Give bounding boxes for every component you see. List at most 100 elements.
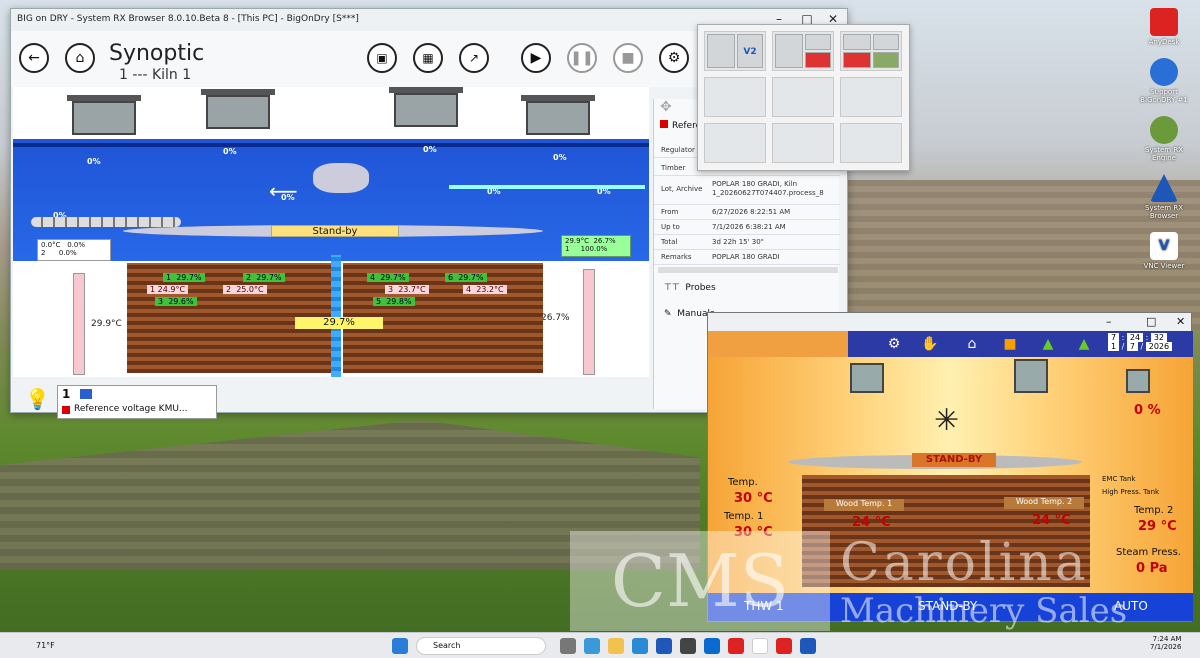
stop-button[interactable]: ■ — [613, 43, 643, 73]
layout-option[interactable] — [704, 77, 766, 117]
second-toolbar: ⚙ ✋ ⌂ ■ ▲ ▲ 7 : 24 : 32 1 / 7 / 2026 — [848, 331, 1193, 357]
desktop-icon-rx-browser[interactable]: System RX Browser — [1134, 174, 1194, 220]
row-lot-archive: Lot, Archive POPLAR 180 GRADI, Kiln 1_202… — [654, 179, 840, 205]
back-button[interactable]: ← — [19, 43, 49, 73]
reference-voltage-panel: 1 Reference voltage KMU... — [57, 385, 217, 419]
temp-label: Temp. — [728, 477, 758, 488]
sw-maximize-button[interactable]: □ — [1146, 315, 1156, 328]
gear-icon[interactable]: ⚙ — [884, 335, 904, 353]
anydesk-taskbar-icon[interactable] — [728, 638, 744, 654]
app-icon[interactable] — [680, 638, 696, 654]
layout-option[interactable]: V2 — [704, 31, 766, 71]
probes-menu-item[interactable]: ⊤⊤ Probes — [664, 283, 716, 293]
wood-temp-2-value: 24 °C — [1032, 513, 1071, 528]
alarm-icon[interactable]: ▲ — [1074, 335, 1094, 353]
stop-hand-icon[interactable]: ✋ — [920, 335, 940, 353]
horizontal-scrollbar[interactable] — [658, 267, 838, 273]
desktop-icons: AnyDesk Support BIGonDRY #1 System RX En… — [1134, 8, 1194, 270]
probe-label: 3 23.7°C — [385, 285, 429, 294]
sw-close-button[interactable]: ✕ — [1176, 315, 1185, 328]
layout-option[interactable] — [772, 123, 834, 163]
probe-label: 1 24.9°C — [147, 285, 189, 294]
left-temperature-column — [73, 273, 85, 375]
red-square-icon — [62, 406, 70, 414]
layout-option[interactable] — [772, 31, 834, 71]
circulation-fan-icon — [313, 163, 369, 193]
vnc-taskbar-icon[interactable] — [752, 638, 768, 654]
airflow-arrow-icon: ⟵ — [269, 179, 298, 203]
probe-label: 3 29.6% — [155, 297, 197, 306]
second-kiln-view: ✳ 0 % STAND-BY EMC Tank High Press. Tank… — [708, 357, 1193, 593]
row-remarks: Remarks POPLAR 180 GRADI — [654, 250, 840, 265]
move-icon[interactable]: ✥ — [660, 99, 672, 115]
settings-gear-button[interactable]: ⚙ — [659, 43, 689, 73]
layout-option[interactable] — [840, 31, 902, 71]
vent-pct: 0% — [553, 153, 567, 162]
layout-option[interactable] — [772, 77, 834, 117]
desktop-icon-support[interactable]: Support BIGonDRY #1 — [1134, 58, 1194, 104]
row-up-to: Up to 7/1/2026 6:38:21 AM — [654, 220, 840, 235]
app-icon[interactable] — [656, 638, 672, 654]
chart-button[interactable]: ↗ — [459, 43, 489, 73]
temp2-label: Temp. 2 — [1134, 505, 1174, 516]
layout-option[interactable] — [840, 77, 902, 117]
standby-sign: STAND-BY — [912, 453, 996, 467]
center-value: 29.7% — [295, 317, 383, 329]
widgets-icon[interactable] — [584, 638, 600, 654]
home-button[interactable]: ⌂ — [65, 43, 95, 73]
clock[interactable]: 7:24 AM 7/1/2026 — [1150, 635, 1181, 651]
vent-roof — [1014, 359, 1048, 393]
lightbulb-icon[interactable]: 💡 — [25, 387, 50, 411]
file-explorer-icon[interactable] — [608, 638, 624, 654]
desktop-icon-anydesk[interactable]: AnyDesk — [1134, 8, 1194, 46]
probe-label: 4 29.7% — [367, 273, 409, 282]
start-icon[interactable] — [392, 638, 408, 654]
sw-minimize-button[interactable]: – — [1106, 315, 1112, 328]
page-subtitle: 1 --- Kiln 1 — [119, 67, 192, 83]
wood-temp-1-label: Wood Temp. 1 — [824, 499, 904, 511]
temp1-label: Temp. 1 — [724, 511, 764, 522]
right-humidity-column — [583, 269, 595, 375]
probe-label: 2 29.7% — [243, 273, 285, 282]
page-title: Synoptic — [109, 41, 205, 66]
vent-roof — [1126, 369, 1150, 393]
vent-pct: 0% — [223, 147, 237, 156]
probe-label: 5 29.8% — [373, 297, 415, 306]
weather-widget[interactable]: 71°F — [36, 641, 55, 650]
status-standby: Stand-by — [271, 225, 399, 237]
rx-browser-taskbar-icon[interactable] — [800, 638, 816, 654]
pause-button[interactable]: ❚❚ — [567, 43, 597, 73]
temp2-value: 29 °C — [1138, 519, 1177, 534]
app-icon[interactable] — [776, 638, 792, 654]
spray-line — [449, 185, 645, 189]
image-button[interactable]: ▣ — [367, 43, 397, 73]
emc-tank-label: EMC Tank — [1102, 475, 1136, 483]
airflow-column — [331, 255, 341, 377]
steam-press-value: 0 Pa — [1136, 561, 1168, 576]
task-view-icon[interactable] — [560, 638, 576, 654]
second-title-bar: – □ ✕ — [708, 313, 1191, 331]
search-box[interactable]: Search — [416, 637, 546, 655]
layout-option[interactable] — [704, 123, 766, 163]
snap-layout-popup: V2 — [697, 24, 910, 171]
edge-icon[interactable] — [632, 638, 648, 654]
desktop-icon-vnc[interactable]: V VNC Viewer — [1134, 232, 1194, 270]
table-button[interactable]: ▦ — [413, 43, 443, 73]
desktop-icon-rx-engine[interactable]: System RX Engine — [1134, 116, 1194, 162]
fan-pct: 0 % — [1134, 403, 1161, 418]
temp-value: 30 °C — [734, 491, 773, 506]
state-label: STAND-BY — [918, 599, 978, 613]
play-button[interactable]: ▶ — [521, 43, 551, 73]
layout-option[interactable] — [840, 123, 902, 163]
warning-icon[interactable]: ▲ — [1038, 335, 1058, 353]
lock-icon[interactable]: ■ — [1000, 335, 1020, 353]
outlook-icon[interactable] — [704, 638, 720, 654]
kiln-control-window: – □ ✕ ⚙ ✋ ⌂ ■ ▲ ▲ 7 : 24 : 32 1 / 7 / 20… — [707, 312, 1193, 622]
home-icon[interactable]: ⌂ — [962, 335, 982, 353]
kiln-roof-vent — [206, 95, 270, 129]
kiln-synoptic: 0% 0% 0% 0% 0% 0% 0% 0% ⟵ Stand-by 0.0°C… — [13, 87, 649, 377]
temp1-value: 30 °C — [734, 525, 773, 540]
steam-press-label: Steam Press. — [1116, 547, 1181, 558]
probe-label: 1 29.7% — [163, 273, 205, 282]
zone-label: THW 1 — [744, 599, 784, 613]
